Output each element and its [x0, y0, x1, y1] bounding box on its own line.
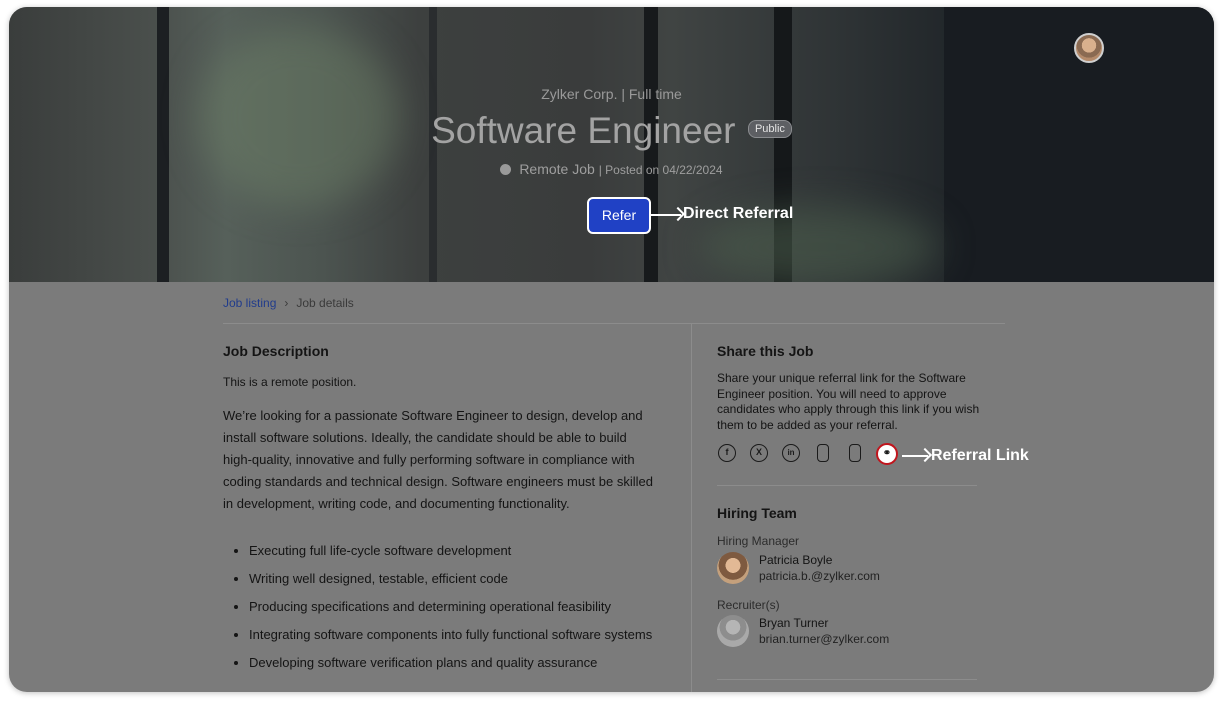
share-heading: Share this Job — [717, 343, 814, 359]
annotation-arrow — [902, 455, 928, 457]
list-item: Writing well designed, testable, efficie… — [249, 568, 659, 590]
title-row: Software Engineer Public — [9, 110, 1214, 152]
breadcrumb-current: Job details — [296, 296, 354, 310]
manager-name: Patricia Boyle — [759, 553, 833, 567]
globe-icon — [500, 164, 512, 175]
annotation-referral-link: Referral Link — [931, 447, 1029, 464]
avatar — [717, 552, 749, 584]
annotation-arrow — [651, 214, 681, 216]
hiring-team-heading: Hiring Team — [717, 505, 797, 521]
mobile-icon[interactable] — [849, 444, 861, 462]
responsibilities-list: Executing full life-cycle software devel… — [223, 540, 659, 680]
linkedin-icon[interactable]: in — [782, 444, 800, 462]
list-item: Producing specifications and determining… — [249, 596, 659, 618]
chevron-right-icon: › — [284, 296, 289, 310]
hero-banner: Zylker Corp. | Full time Software Engine… — [9, 7, 1214, 282]
column-divider — [691, 324, 692, 692]
avatar — [717, 615, 749, 647]
recruiter-name: Bryan Turner — [759, 616, 829, 630]
breadcrumb: Job listing › Job details — [223, 296, 354, 310]
recruiter-email[interactable]: brian.turner@zylker.com — [759, 632, 889, 646]
visibility-badge: Public — [747, 120, 792, 138]
job-intro: This is a remote position. — [223, 375, 357, 389]
x-icon[interactable]: X — [750, 444, 768, 462]
divider — [717, 679, 977, 680]
job-location: Remote Job — [519, 161, 595, 177]
divider — [223, 323, 1005, 324]
list-item: Developing software verification plans a… — [249, 652, 659, 674]
hero-content: Zylker Corp. | Full time Software Engine… — [9, 7, 1214, 282]
link-icon[interactable]: ⚭ — [876, 443, 898, 465]
annotation-direct-referral: Direct Referral — [683, 205, 794, 222]
job-description-heading: Job Description — [223, 343, 329, 359]
share-icon[interactable] — [817, 444, 829, 462]
recruiter-label: Recruiter(s) — [717, 598, 780, 612]
facebook-icon[interactable]: f — [718, 444, 736, 462]
divider — [717, 485, 977, 486]
list-item: Executing full life-cycle software devel… — [249, 540, 659, 562]
share-description: Share your unique referral link for the … — [717, 371, 980, 432]
list-item: Integrating software components into ful… — [249, 624, 659, 646]
user-avatar[interactable] — [1074, 33, 1104, 63]
breadcrumb-job-listing[interactable]: Job listing — [223, 296, 276, 310]
hiring-manager-label: Hiring Manager — [717, 534, 800, 548]
company-line: Zylker Corp. | Full time — [541, 86, 682, 102]
refer-button[interactable]: Refer — [587, 197, 651, 234]
manager-email[interactable]: patricia.b.@zylker.com — [759, 569, 880, 583]
job-body: We’re looking for a passionate Software … — [223, 408, 653, 511]
app-window: Zylker Corp. | Full time Software Engine… — [9, 7, 1214, 692]
job-title: Software Engineer — [431, 110, 736, 151]
job-meta: Remote Job | Posted on 04/22/2024 — [9, 161, 1214, 177]
posted-date: | Posted on 04/22/2024 — [598, 163, 723, 177]
